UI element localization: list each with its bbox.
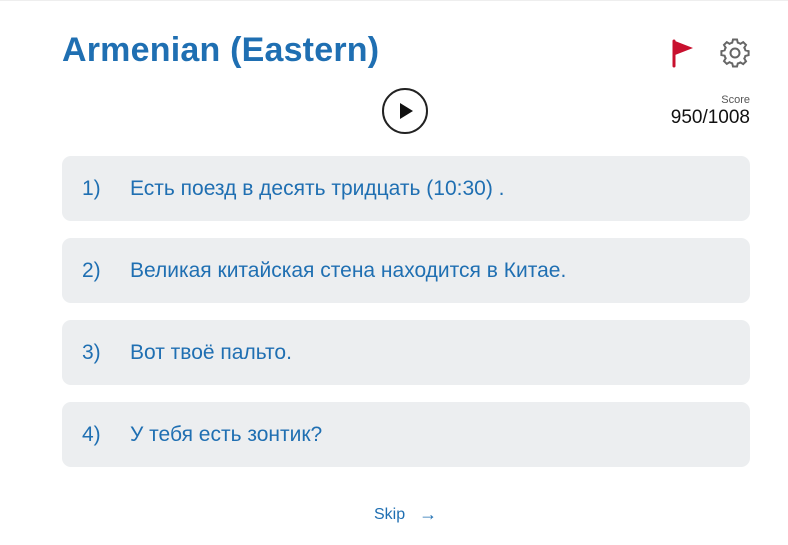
option-number: 2)	[82, 258, 101, 282]
answer-option-3[interactable]: 3) Вот твоё пальто.	[62, 320, 750, 385]
skip-button[interactable]: Skip →	[374, 504, 437, 525]
answer-options: 1) Есть поезд в десять тридцать (10:30) …	[62, 156, 750, 484]
flag-icon[interactable]	[669, 38, 697, 68]
option-text: Есть поезд в десять тридцать (10:30) .	[130, 176, 505, 200]
option-text: Вот твоё пальто.	[130, 340, 292, 364]
score-value: 950/1008	[670, 107, 750, 128]
option-text: У тебя есть зонтик?	[130, 422, 323, 446]
score-label: Score	[721, 94, 750, 106]
play-icon	[400, 103, 413, 119]
answer-option-4[interactable]: 4) У тебя есть зонтик?	[62, 402, 750, 467]
option-text: Великая китайская стена находится в Кита…	[130, 258, 567, 282]
gear-icon[interactable]	[720, 38, 750, 68]
quiz-page: Armenian (Eastern) Score 950/1008 1) Ест…	[0, 0, 788, 545]
score-panel: Score 950/1008	[671, 94, 750, 129]
option-number: 3)	[82, 340, 101, 364]
play-button[interactable]	[382, 88, 428, 134]
answer-option-1[interactable]: 1) Есть поезд в десять тридцать (10:30) …	[62, 156, 750, 221]
skip-label: Skip	[374, 505, 406, 523]
option-number: 1)	[82, 176, 101, 200]
arrow-right-icon: →	[419, 504, 438, 524]
page-title: Armenian (Eastern)	[62, 31, 380, 69]
answer-option-2[interactable]: 2) Великая китайская стена находится в К…	[62, 238, 750, 303]
option-number: 4)	[82, 422, 101, 446]
